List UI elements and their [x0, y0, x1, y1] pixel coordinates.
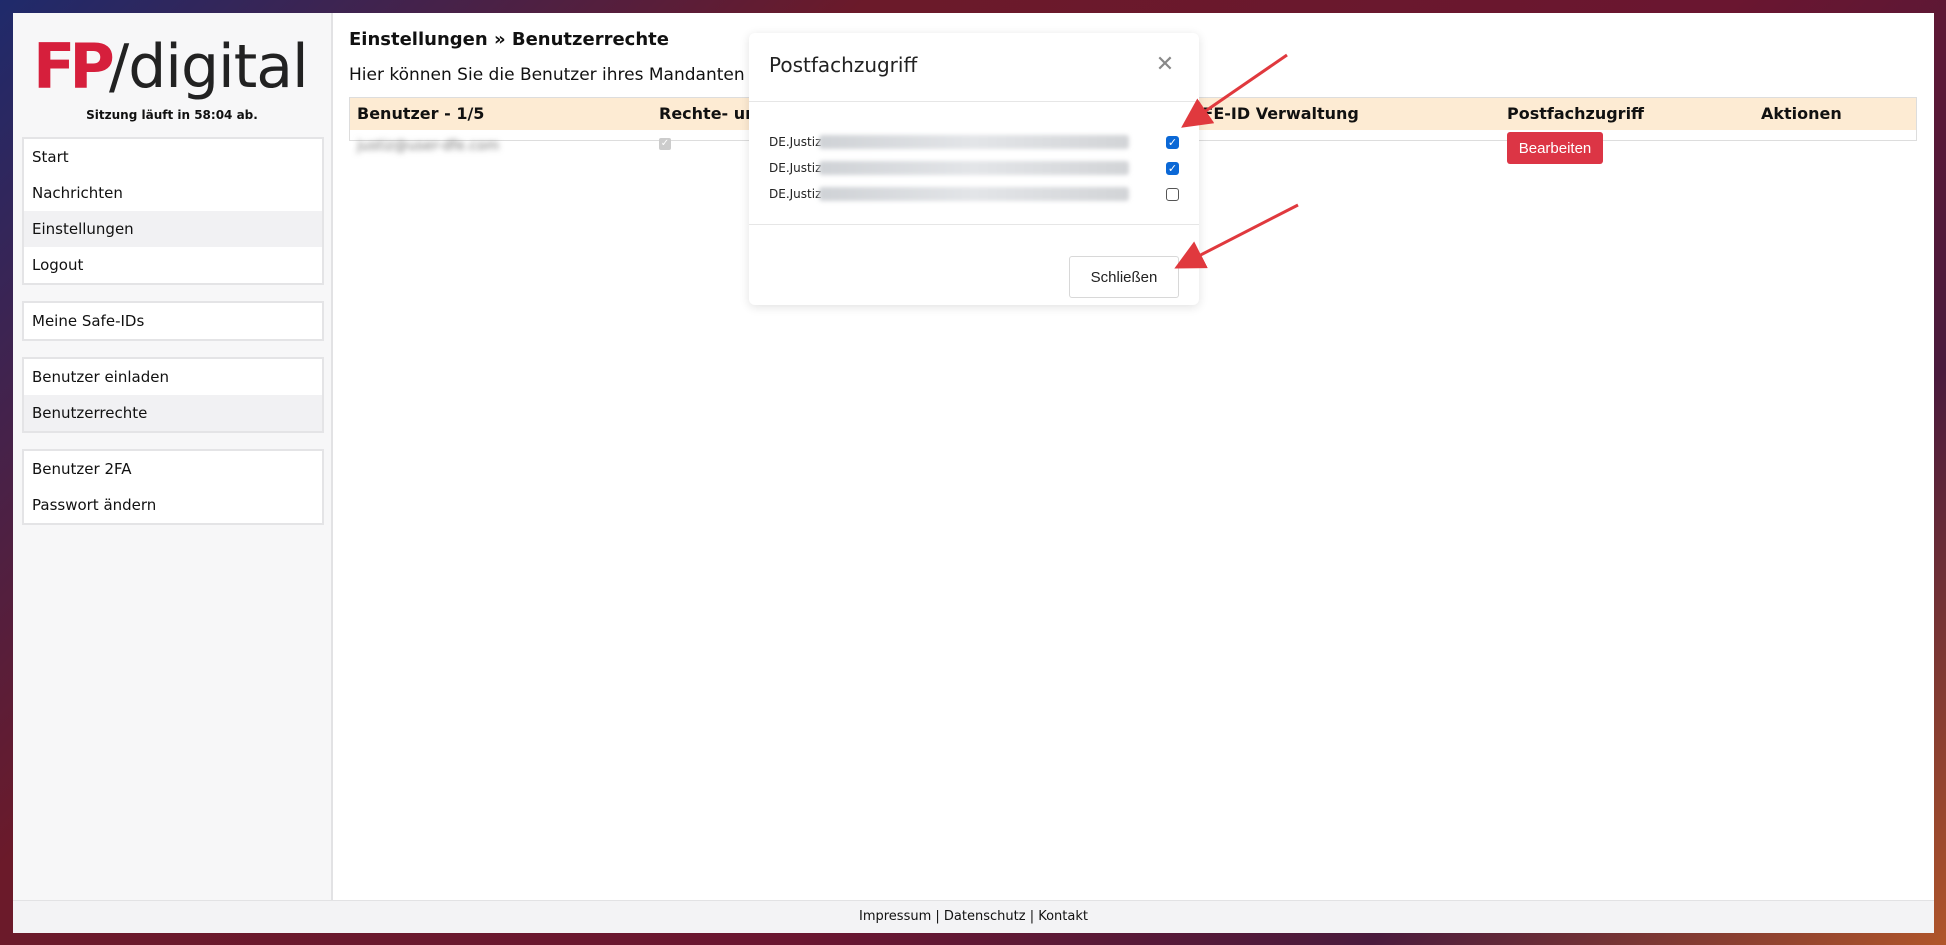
app-window: FP /digital Sitzung läuft in 58:04 ab. S… — [13, 13, 1934, 933]
arrow-annotation — [1174, 203, 1299, 269]
annotation-arrows — [1174, 53, 1299, 269]
arrow-annotation — [1181, 53, 1288, 128]
